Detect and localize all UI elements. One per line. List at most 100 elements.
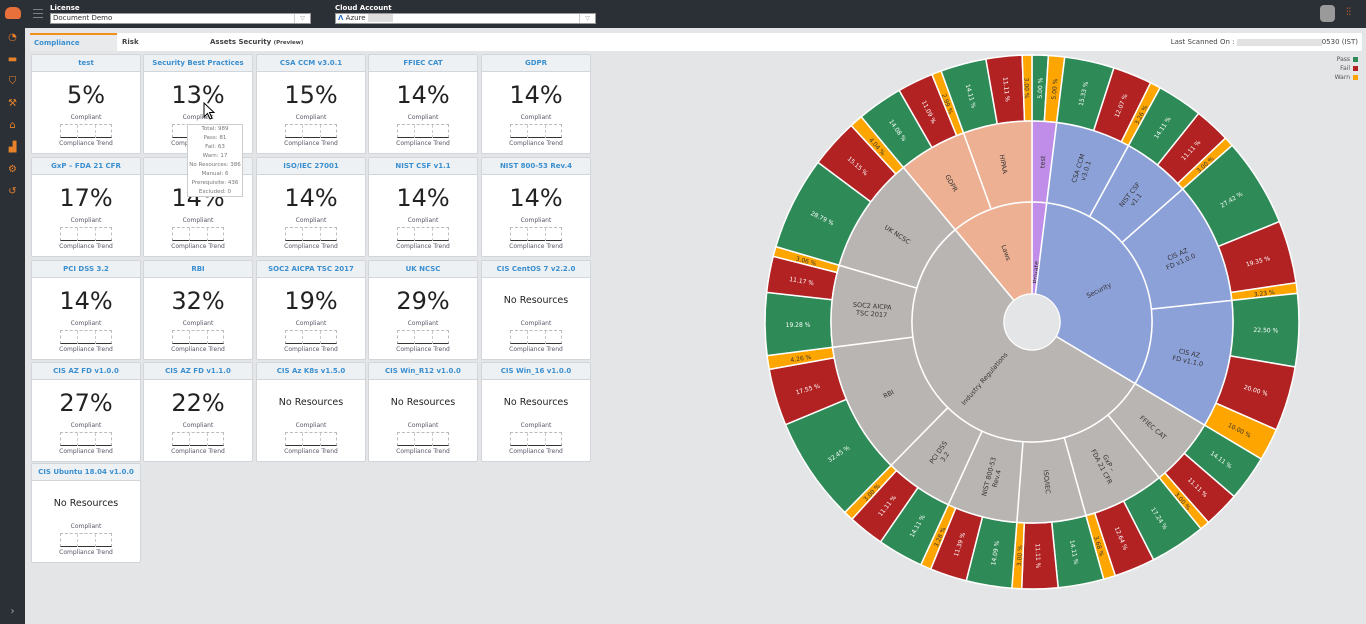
card-trend-label: Compliance Trend [396, 346, 450, 353]
compliance-trend-sparkline [397, 124, 449, 138]
compliance-trend-sparkline [60, 533, 112, 547]
card-title[interactable]: CSA CCM v3.0.1 [257, 55, 365, 72]
card-title[interactable]: PCI DSS 3.2 [32, 261, 140, 278]
compliance-card[interactable]: UK NCSC 29% Compliant Compliance Trend [368, 260, 478, 360]
compliance-card[interactable]: CIS AZ FD v1.1.0 22% Compliant Complianc… [143, 362, 253, 462]
tooltip-line: Pass: 81 [203, 135, 227, 141]
compliance-card[interactable]: FFIEC CAT 14% Compliant Compliance Trend [368, 54, 478, 154]
card-title[interactable]: CIS Win_16 v1.0.0 [482, 363, 590, 380]
compliance-card[interactable]: PCI DSS 3.2 14% Compliant Compliance Tre… [31, 260, 141, 360]
card-trend-label: Compliance Trend [396, 243, 450, 250]
card-title[interactable]: CIS CentOS 7 v2.2.0 [482, 261, 590, 278]
card-title[interactable]: RBI [144, 261, 252, 278]
card-compliance-value: No Resources [53, 498, 119, 509]
gavel-icon[interactable]: ⚒ [7, 98, 18, 109]
card-title[interactable]: ISO/IEC 27001 [257, 158, 365, 175]
card-trend-label: Compliance Trend [396, 448, 450, 455]
legend-fail: Fail [1340, 65, 1358, 72]
azure-icon: Λ [338, 14, 344, 22]
card-trend-label: Compliance Trend [171, 243, 225, 250]
tooltip-line: No Resources: 386 [189, 162, 241, 168]
standard-label: test [1038, 155, 1047, 168]
card-title[interactable]: GDPR [482, 55, 590, 72]
compliance-card[interactable]: NIST CSF v1.1 14% Compliant Compliance T… [368, 157, 478, 257]
card-trend-label: Compliance Trend [509, 140, 563, 147]
cloud-account-label: Cloud Account [335, 4, 392, 12]
compliance-trend-sparkline [285, 124, 337, 138]
briefcase-icon[interactable]: ▬ [7, 54, 18, 65]
compliance-trend-sparkline [172, 227, 224, 241]
tab-risk[interactable]: Risk [118, 33, 198, 51]
last-scanned: Last Scanned On : 0530 (IST) [1171, 33, 1358, 51]
card-title[interactable]: CIS Az K8s v1.5.0 [257, 363, 365, 380]
compliance-card[interactable]: CIS Win_R12 v1.0.0 No Resources Complian… [368, 362, 478, 462]
compliance-card[interactable]: test 5% Compliant Compliance Trend [31, 54, 141, 154]
license-label: License [50, 4, 80, 12]
shield-icon[interactable]: ⛉ [7, 76, 18, 87]
card-title[interactable]: NIST CSF v1.1 [369, 158, 477, 175]
compliance-trend-sparkline [285, 432, 337, 446]
compliance-trend-sparkline [510, 330, 562, 344]
card-title[interactable]: GxP – FDA 21 CFR [32, 158, 140, 175]
card-trend-label: Compliance Trend [284, 243, 338, 250]
bank-icon[interactable]: ⌂ [7, 120, 18, 131]
compliance-trend-sparkline [397, 432, 449, 446]
compliance-card[interactable]: ISO/IEC 27001 14% Compliant Compliance T… [256, 157, 366, 257]
compliance-card[interactable]: NIST 800-53 Rev.4 14% Compliant Complian… [481, 157, 591, 257]
card-title[interactable]: FFIEC CAT [369, 55, 477, 72]
compliance-sunburst-chart: 5.00 % 5.00 %testPrivate15.33 % 12.07 % 3.2… [764, 54, 1300, 590]
tab-compliance[interactable]: Compliance [30, 33, 117, 51]
compliance-card[interactable]: CIS Ubuntu 18.04 v1.0.0 No Resources Com… [31, 463, 141, 563]
tooltip-line: Excluded: 0 [198, 189, 232, 195]
card-title[interactable]: test [32, 55, 140, 72]
compliance-card[interactable]: GDPR 14% Compliant Compliance Trend [481, 54, 591, 154]
sliders-icon[interactable]: ⫶⫶ [1346, 7, 1351, 18]
card-trend-label: Compliance Trend [171, 346, 225, 353]
compliance-card[interactable]: CIS CentOS 7 v2.2.0 No Resources Complia… [481, 260, 591, 360]
chevron-down-icon: ▽ [579, 14, 595, 23]
history-icon[interactable]: ↺ [7, 186, 18, 197]
compliance-card[interactable]: GxP – FDA 21 CFR 17% Compliant Complianc… [31, 157, 141, 257]
card-trend-label: Compliance Trend [59, 346, 113, 353]
user-avatar[interactable] [1320, 5, 1335, 22]
compliance-trend-sparkline [397, 330, 449, 344]
tooltip-line: Prerequisite: 436 [191, 180, 239, 186]
tab-assets-security[interactable]: Assets Security (Preview) [206, 33, 346, 51]
card-title[interactable]: CIS Win_R12 v1.0.0 [369, 363, 477, 380]
compliance-card[interactable]: CSA CCM v3.0.1 15% Compliant Compliance … [256, 54, 366, 154]
card-title[interactable]: CIS AZ FD v1.1.0 [144, 363, 252, 380]
tooltip-line: Fail: 63 [205, 144, 225, 150]
hamburger-menu-icon[interactable] [33, 9, 43, 18]
card-compliant-label: Compliant [407, 114, 439, 121]
cloud-account-value: Azure [345, 14, 366, 22]
compliance-card[interactable]: CIS Az K8s v1.5.0 No Resources Compliant… [256, 362, 366, 462]
card-compliant-label: Compliant [520, 217, 552, 224]
license-select[interactable]: Document Demo ▽ [50, 13, 311, 24]
sidebar: ◔ ▬ ⛉ ⚒ ⌂ ▟ ⚙ ↺ › [0, 28, 25, 624]
card-title[interactable]: Security Best Practices [144, 55, 252, 72]
compliance-trend-sparkline [510, 227, 562, 241]
card-title[interactable]: SOC2 AICPA TSC 2017 [257, 261, 365, 278]
compliance-card[interactable]: CIS Win_16 v1.0.0 No Resources Compliant… [481, 362, 591, 462]
compliance-card[interactable]: CIS AZ FD v1.0.0 27% Compliant Complianc… [31, 362, 141, 462]
gear-icon[interactable]: ⚙ [7, 164, 18, 175]
card-compliant-label: Compliant [520, 114, 552, 121]
card-trend-label: Compliance Trend [284, 140, 338, 147]
card-title[interactable]: UK NCSC [369, 261, 477, 278]
app-logo[interactable] [5, 7, 21, 19]
card-compliant-label: Compliant [520, 422, 552, 429]
tabs-bar: Compliance Risk Assets Security (Preview… [30, 33, 1362, 51]
expand-chevron-icon[interactable]: › [7, 606, 18, 617]
cloud-account-select[interactable]: Λ Azure ▽ [335, 13, 596, 24]
card-trend-label: Compliance Trend [509, 243, 563, 250]
compliance-trend-sparkline [172, 330, 224, 344]
dashboard-gauge-icon[interactable]: ◔ [7, 32, 18, 43]
chart-icon[interactable]: ▟ [7, 142, 18, 153]
last-scanned-label: Last Scanned On : [1170, 38, 1235, 46]
card-title[interactable]: NIST 800-53 Rev.4 [482, 158, 590, 175]
compliance-card[interactable]: SOC2 AICPA TSC 2017 19% Compliant Compli… [256, 260, 366, 360]
card-title[interactable]: CIS AZ FD v1.0.0 [32, 363, 140, 380]
card-title[interactable]: CIS Ubuntu 18.04 v1.0.0 [32, 464, 140, 481]
compliance-card[interactable]: RBI 32% Compliant Compliance Trend [143, 260, 253, 360]
license-value: Document Demo [53, 14, 113, 22]
